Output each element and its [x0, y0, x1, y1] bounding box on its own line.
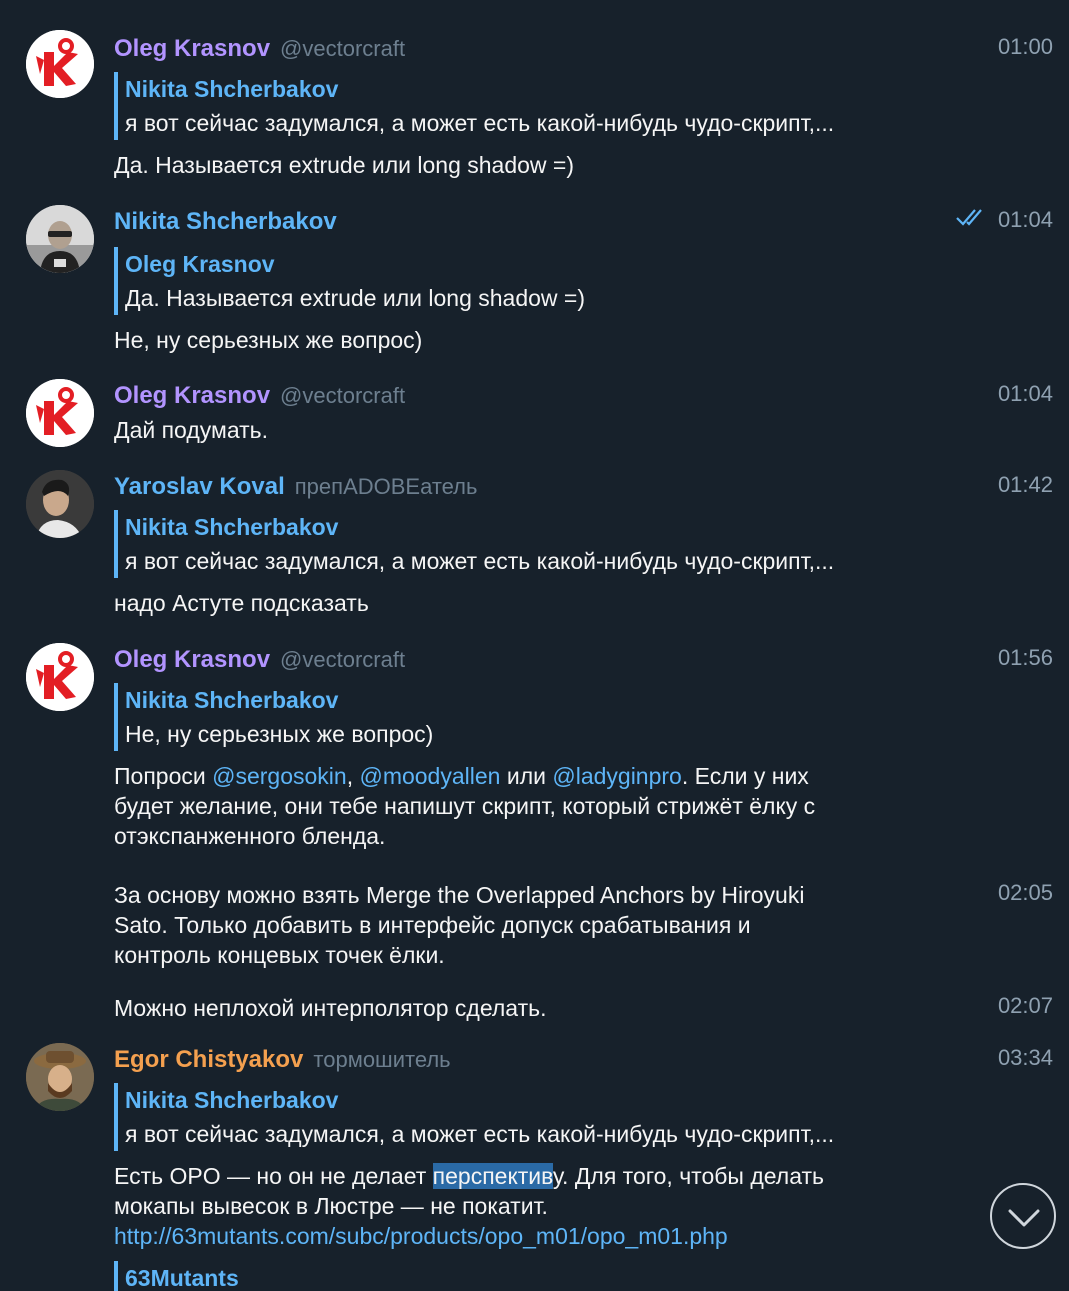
- sender-name[interactable]: Egor Chistyakov: [114, 1046, 303, 1073]
- message-time: 02:07: [997, 993, 1053, 1018]
- mention-link[interactable]: @ladyginpro: [552, 763, 681, 789]
- reply-text: я вот сейчас задумался, а может есть как…: [125, 110, 835, 136]
- text-segment: Есть OPO — но он не делает: [114, 1163, 433, 1189]
- reply-text: Не, ну серьезных же вопрос): [125, 721, 434, 747]
- chat-history[interactable]: Oleg Krasnov @vectorcraft 01:00 Nikita Sh…: [0, 0, 1069, 1291]
- sender-handle: @vectorcraft: [280, 647, 406, 672]
- avatar-oleg[interactable]: [26, 379, 94, 447]
- text-line: контроль концевых точек ёлки.: [114, 942, 445, 968]
- reply-quote[interactable]: Nikita Shcherbakov я вот сейчас задумалс…: [114, 1083, 985, 1151]
- mention-link[interactable]: @sergosokin: [212, 763, 347, 789]
- text-segment: или: [500, 763, 553, 789]
- message-time: 01:56: [997, 645, 1053, 670]
- text-segment: Попроси: [114, 763, 213, 789]
- person-photo-icon: [26, 205, 94, 273]
- message-text: За основу можно взять Merge the Overlapp…: [114, 880, 974, 970]
- text-line: Sato. Только добавить в интерфейс допуск…: [114, 912, 751, 938]
- text-segment: . Если у них: [681, 763, 809, 789]
- reply-quote[interactable]: Nikita Shcherbakov я вот сейчас задумалс…: [114, 72, 985, 140]
- chevron-down-icon: [1008, 1209, 1040, 1227]
- sender-handle: тормошитель: [313, 1047, 451, 1072]
- message-text: Есть OPO — но он не делает перспективу. …: [114, 1161, 974, 1251]
- sender-name[interactable]: Oleg Krasnov: [114, 646, 270, 673]
- mention-link[interactable]: @moodyallen: [359, 763, 500, 789]
- selected-text[interactable]: перспектив: [432, 1163, 553, 1189]
- logo-icon: [26, 30, 94, 98]
- text-line: отэкспанженного бленда.: [114, 823, 386, 849]
- logo-icon: [26, 643, 94, 711]
- sender-name[interactable]: Oleg Krasnov: [114, 35, 270, 62]
- logo-icon: [26, 379, 94, 447]
- message-time: 01:04: [997, 207, 1053, 232]
- text-line: будет желание, они тебе напишут скрипт, …: [114, 793, 816, 819]
- avatar-egor[interactable]: [26, 1043, 94, 1111]
- message-text: надо Астуте подсказать: [114, 590, 369, 616]
- sender-name[interactable]: Yaroslav Koval: [114, 473, 285, 500]
- message-time: 01:42: [997, 472, 1053, 497]
- text-line: мокапы вывесок в Люстре — не покатит.: [114, 1193, 548, 1219]
- message-text: Попроси @sergosokin, @moodyallen или @la…: [114, 761, 974, 851]
- scroll-down-button[interactable]: [990, 1183, 1056, 1249]
- avatar-nikita[interactable]: [26, 205, 94, 273]
- reply-author: Nikita Shcherbakov: [125, 1087, 339, 1113]
- sender-handle: препADOBEатель: [294, 474, 478, 499]
- sender-name[interactable]: Nikita Shcherbakov: [114, 208, 337, 235]
- text-segment: у. Для того, чтобы делать: [552, 1163, 825, 1189]
- cutoff-message-text: [114, 0, 120, 9]
- avatar-oleg[interactable]: [26, 30, 94, 98]
- double-check-icon: [955, 205, 985, 237]
- reply-author: Nikita Shcherbakov: [125, 687, 339, 713]
- reply-author: Oleg Krasnov: [125, 251, 275, 277]
- message-time: 02:05: [997, 880, 1053, 905]
- message-time: 01:00: [997, 34, 1053, 59]
- avatar-oleg[interactable]: [26, 643, 94, 711]
- sender-handle: @vectorcraft: [280, 36, 406, 61]
- reply-author: Nikita Shcherbakov: [125, 76, 339, 102]
- person-photo-icon: [26, 1043, 94, 1111]
- message-text: Дай подумать.: [114, 417, 269, 443]
- sender-handle: @vectorcraft: [280, 383, 406, 408]
- person-photo-icon: [26, 470, 94, 538]
- message-text: Да. Называется extrude или long shadow =…: [114, 152, 575, 178]
- reply-text: я вот сейчас задумался, а может есть как…: [125, 548, 835, 574]
- message-text: Не, ну серьезных же вопрос): [114, 327, 423, 353]
- link-preview-title: 63Mutants: [125, 1265, 239, 1291]
- reply-author: Nikita Shcherbakov: [125, 514, 339, 540]
- message-time: 03:34: [997, 1045, 1053, 1070]
- avatar-yaroslav[interactable]: [26, 470, 94, 538]
- reply-text: Да. Называется extrude или long shadow =…: [125, 285, 586, 311]
- message-time: 01:04: [997, 381, 1053, 406]
- reply-quote[interactable]: Nikita Shcherbakov я вот сейчас задумалс…: [114, 510, 985, 578]
- reply-quote[interactable]: Oleg Krasnov Да. Называется extrude или …: [114, 247, 985, 315]
- text-segment: ,: [346, 763, 360, 789]
- reply-text: я вот сейчас задумался, а может есть как…: [125, 1121, 835, 1147]
- link-preview[interactable]: 63Mutants: [114, 1261, 985, 1291]
- text-line: За основу можно взять Merge the Overlapp…: [114, 882, 805, 908]
- message-text: Можно неплохой интерполятор сделать.: [114, 995, 547, 1021]
- sender-name[interactable]: Oleg Krasnov: [114, 382, 270, 409]
- url-link[interactable]: http://63mutants.com/subc/products/opo_m…: [114, 1221, 974, 1251]
- reply-quote[interactable]: Nikita Shcherbakov Не, ну серьезных же в…: [114, 683, 985, 751]
